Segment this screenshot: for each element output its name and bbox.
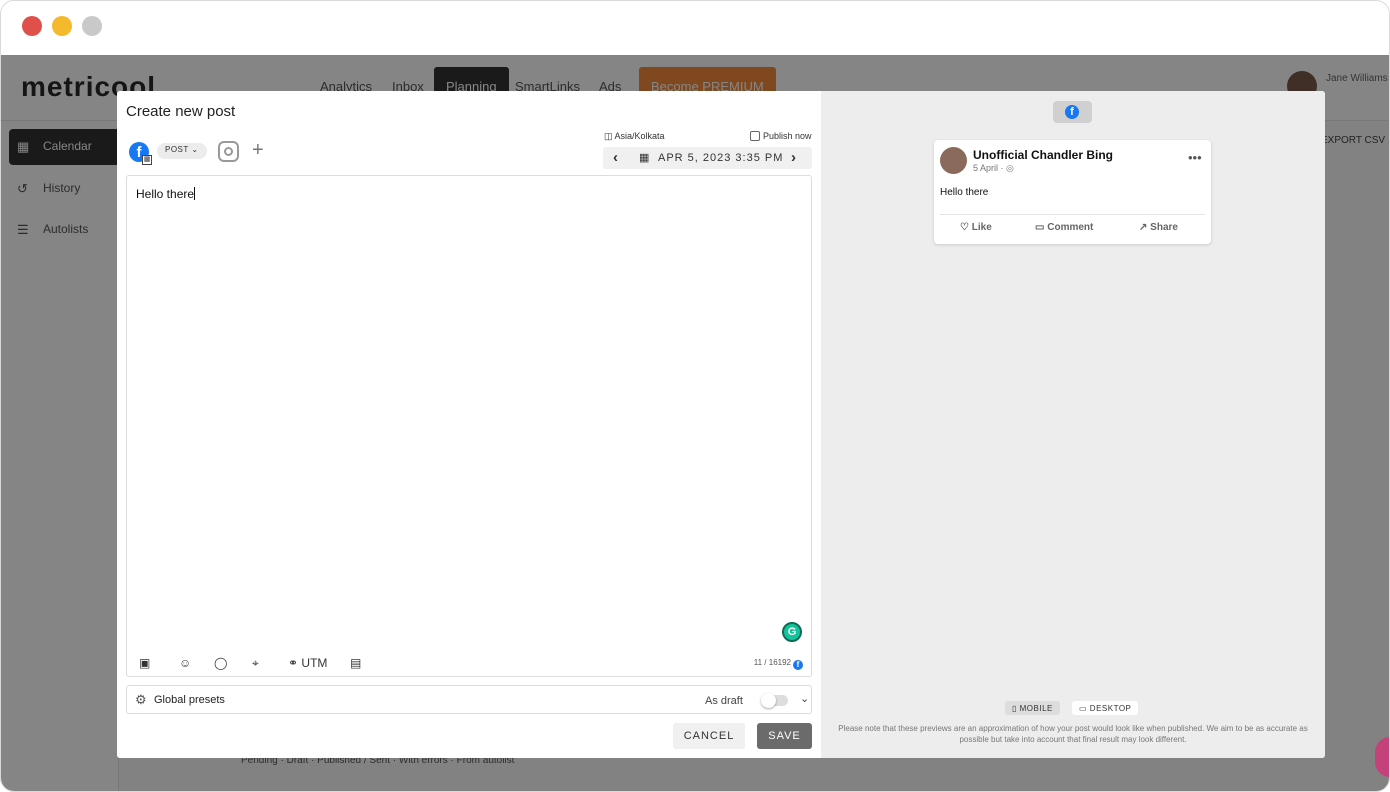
app-window: metricool Analytics Inbox Planning Smart…	[0, 0, 1390, 792]
chevron-down-icon[interactable]: ⌄	[800, 692, 809, 705]
emoji-icon[interactable]: ☺	[179, 656, 191, 670]
post-date: 5 April · ◎	[973, 163, 1014, 174]
like-action: ♡ Like	[960, 222, 992, 233]
facebook-post-preview: Unofficial Chandler Bing 5 April · ◎ •••…	[934, 140, 1211, 244]
instagram-account-icon[interactable]	[218, 141, 239, 162]
preview-disclaimer: Please note that these previews are an a…	[838, 724, 1308, 744]
comment-icon: ▭	[1035, 222, 1045, 233]
hashtag-icon[interactable]: ▤	[350, 656, 361, 670]
add-account-icon[interactable]: +	[252, 139, 264, 162]
date-picker: ‹ ▦ APR 5, 2023 3:35 PM ›	[603, 147, 812, 169]
globe-icon: ◫	[604, 131, 613, 141]
gear-icon: ⚙	[135, 692, 147, 707]
more-options-icon: •••	[1188, 150, 1202, 165]
link-icon: ⚭	[288, 656, 299, 670]
cancel-button[interactable]: CANCEL	[673, 723, 745, 749]
post-date-text: 5 April ·	[973, 163, 1004, 173]
create-post-modal: Create new post f ▦ POST ⌄ + ◫ Asia/Kolk…	[117, 91, 1325, 758]
character-counter: 11 / 16192 f	[754, 658, 803, 670]
phone-icon: ▯	[1012, 704, 1017, 713]
post-actions: ♡ Like ▭ Comment ↗ Share	[940, 214, 1205, 238]
mobile-preview-button[interactable]: ▯ MOBILE	[1005, 701, 1060, 715]
modal-title: Create new post	[126, 103, 236, 120]
preview-post-text: Hello there	[940, 187, 989, 198]
close-window-button[interactable]	[22, 16, 42, 36]
globe-icon: ◎	[1006, 163, 1014, 173]
counter-text: 11 / 16192	[753, 658, 791, 667]
checkbox-icon	[750, 131, 760, 141]
comment-label: Comment	[1047, 222, 1094, 233]
facebook-icon: f	[793, 660, 803, 670]
support-chat-button[interactable]	[1375, 737, 1389, 777]
publish-now-checkbox[interactable]: Publish now	[750, 131, 812, 141]
timezone-label[interactable]: ◫ Asia/Kolkata	[604, 131, 665, 142]
editor-toolbar: ▣ ☺ ◯ ⌖ ⚭ UTM ▤ 11 / 16192 f	[127, 652, 811, 676]
facebook-icon: f	[1065, 105, 1079, 119]
comment-icon[interactable]: ◯	[214, 656, 227, 670]
location-icon[interactable]: ⌖	[252, 656, 259, 671]
share-label: Share	[1150, 222, 1178, 233]
like-label: Like	[971, 222, 992, 233]
grid-badge-icon: ▦	[142, 155, 152, 165]
monitor-icon: ▭	[1079, 704, 1088, 713]
calendar-icon: ▦	[639, 152, 650, 164]
compose-panel: Create new post f ▦ POST ⌄ + ◫ Asia/Kolk…	[117, 91, 821, 758]
desktop-label: DESKTOP	[1089, 704, 1132, 713]
page-name: Unofficial Chandler Bing	[973, 148, 1114, 162]
heart-icon: ♡	[960, 222, 969, 233]
zoom-window-button[interactable]	[82, 16, 102, 36]
media-icon[interactable]: ▣	[139, 656, 150, 670]
grammarly-icon[interactable]: G	[782, 622, 802, 642]
global-presets[interactable]: ⚙ Global presets As draft ⌄	[126, 685, 812, 714]
as-draft-label: As draft	[705, 695, 743, 707]
post-type-label: POST	[165, 145, 189, 154]
utm-button[interactable]: ⚭ UTM	[288, 656, 327, 670]
publish-now-label: Publish now	[763, 131, 812, 141]
global-presets-label: Global presets	[154, 694, 225, 706]
next-date-button[interactable]: ›	[791, 149, 796, 166]
share-icon: ↗	[1139, 222, 1148, 233]
previous-date-button[interactable]: ‹	[613, 149, 618, 166]
scheduled-date[interactable]: APR 5, 2023 3:35 PM	[658, 152, 783, 164]
desktop-preview-button[interactable]: ▭ DESKTOP	[1072, 701, 1139, 715]
save-button[interactable]: SAVE	[757, 723, 812, 749]
post-editor[interactable]: Hello there G ▣ ☺ ◯ ⌖ ⚭ UTM ▤ 11 / 16192…	[126, 175, 812, 677]
title-bar	[1, 1, 1389, 55]
facebook-preview-tab[interactable]: f	[1053, 101, 1092, 123]
preview-panel: f Unofficial Chandler Bing 5 April · ◎ •…	[821, 91, 1325, 758]
mobile-label: MOBILE	[1019, 704, 1053, 713]
as-draft-toggle[interactable]	[761, 693, 788, 708]
comment-action: ▭ Comment	[1035, 222, 1093, 233]
share-action: ↗ Share	[1139, 222, 1178, 233]
timezone-text: Asia/Kolkata	[614, 131, 665, 141]
minimize-window-button[interactable]	[52, 16, 72, 36]
post-text[interactable]: Hello there	[136, 187, 195, 201]
chevron-down-icon: ⌄	[191, 145, 199, 154]
page-avatar	[940, 147, 967, 174]
utm-label: UTM	[301, 656, 328, 670]
post-type-dropdown[interactable]: POST ⌄	[157, 143, 207, 159]
